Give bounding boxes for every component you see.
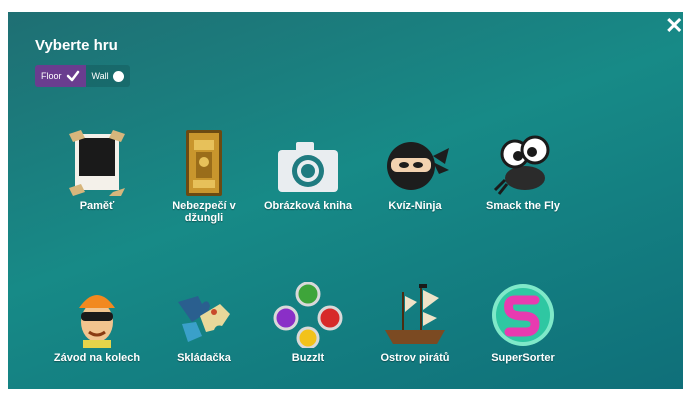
wall-toggle[interactable]: Wall [85, 65, 130, 87]
puzzle-pieces-icon [178, 296, 230, 342]
game-label: Nebezpečí v džungli [172, 200, 236, 224]
game-label: Smack the Fly [486, 200, 560, 212]
cyclist-helmet-icon [79, 295, 115, 348]
wall-toggle-label: Wall [91, 71, 109, 81]
colored-buttons-icon [273, 282, 343, 348]
game-tile-pamet[interactable]: Paměť [52, 130, 142, 212]
floor-toggle-label: Floor [41, 71, 62, 81]
ninja-icon [387, 142, 449, 190]
game-tile-ostrov-piratu[interactable]: Ostrov pirátů [370, 282, 460, 364]
checkmark-icon [66, 69, 80, 83]
close-icon[interactable]: ✕ [665, 15, 683, 37]
camera-icon [278, 142, 338, 192]
game-tile-skladacka[interactable]: Skládačka [159, 282, 249, 364]
supersorter-s-icon [492, 284, 554, 346]
game-tile-smack-the-fly[interactable]: Smack the Fly [478, 130, 568, 212]
game-label: Ostrov pirátů [380, 352, 450, 364]
game-tile-buzzit[interactable]: BuzzIt [263, 282, 353, 364]
game-tile-obrazkova-kniha[interactable]: Obrázková kniha [263, 130, 353, 212]
game-label: BuzzIt [291, 352, 325, 364]
game-label: Paměť [79, 200, 115, 212]
polaroid-photo-icon [69, 130, 125, 196]
pirate-ship-icon [385, 284, 445, 344]
floor-toggle[interactable]: Floor [35, 65, 86, 87]
game-tile-supersorter[interactable]: SuperSorter [478, 282, 568, 364]
game-label: Závod na kolech [53, 352, 141, 364]
page-title: Vyberte hru [35, 37, 118, 54]
radio-dot-icon [112, 70, 124, 82]
game-label: SuperSorter [491, 352, 555, 364]
game-tile-nebezpeci[interactable]: Nebezpečí v džungli [159, 130, 249, 224]
mode-toggle-group: Floor Wall [35, 65, 130, 87]
game-label: Skládačka [177, 352, 231, 364]
game-tile-kviz-ninja[interactable]: Kvíz-Ninja [370, 130, 460, 212]
game-selection-screen: Vyberte hru Floor Wall ✕ Paměť Nebezpečí… [8, 12, 683, 389]
game-label: Obrázková kniha [263, 200, 353, 212]
game-label: Kvíz-Ninja [388, 200, 442, 212]
game-tile-zavod-na-kolech[interactable]: Závod na kolech [52, 282, 142, 364]
fly-icon [493, 135, 550, 195]
golden-temple-card-icon [186, 130, 222, 196]
